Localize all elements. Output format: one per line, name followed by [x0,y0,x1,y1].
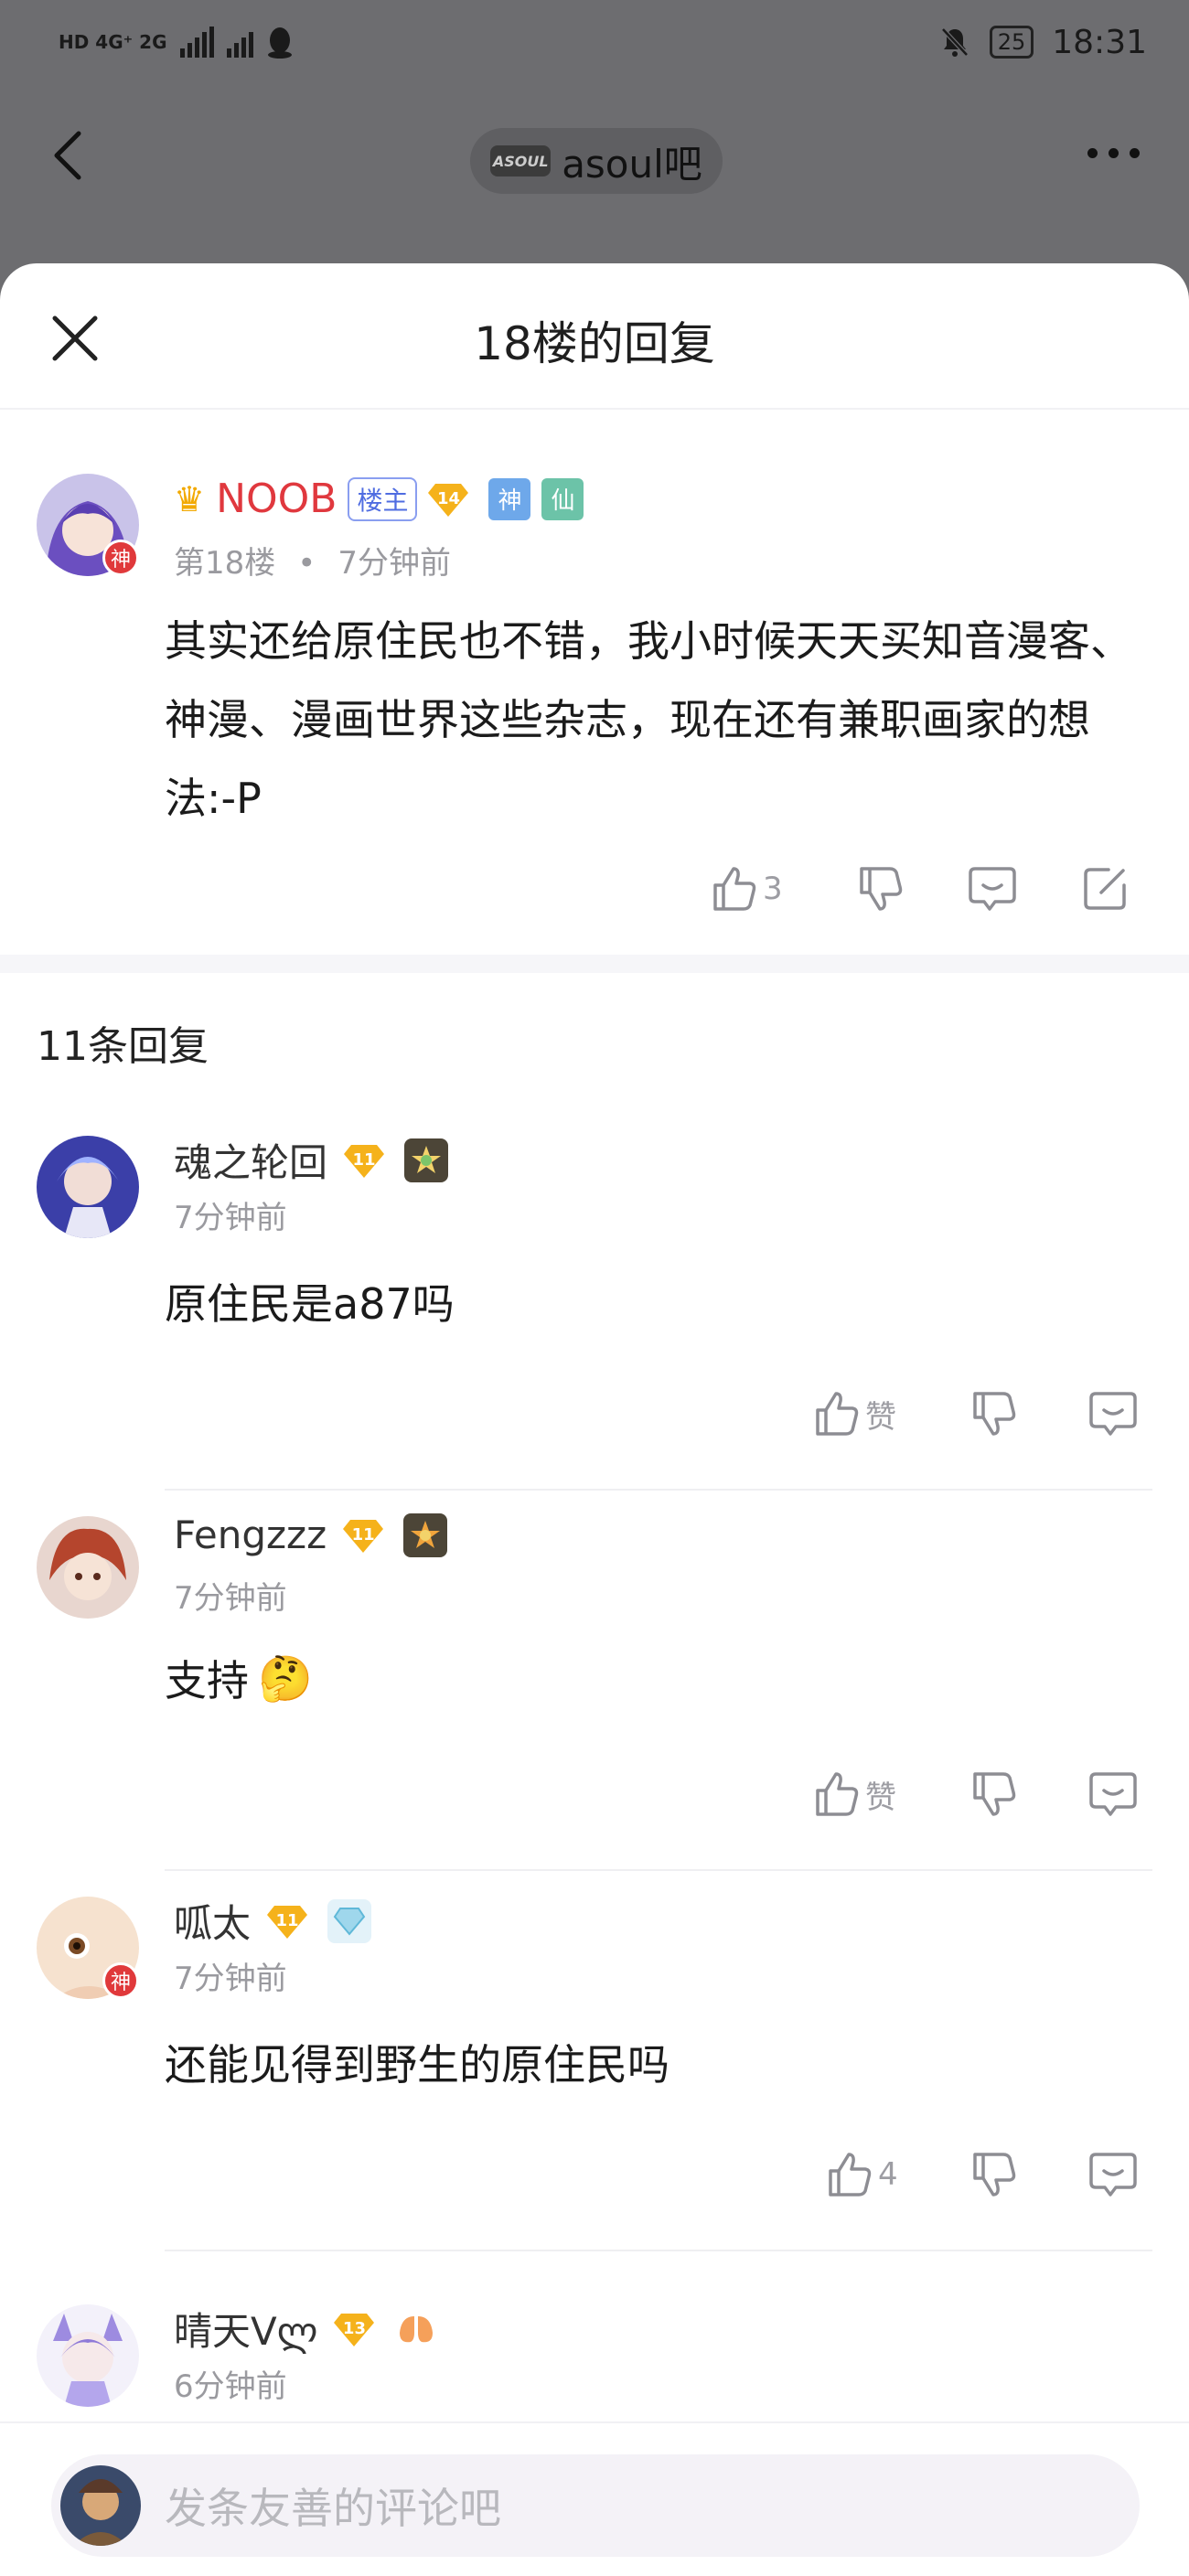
thinking-emoji-icon: 🤔 [258,1652,313,1705]
op-tag: 楼主 [348,476,418,521]
thumbs-down-icon[interactable] [969,1390,1017,1438]
reply-actions: 赞 [812,1770,1138,1818]
signal-icon-2 [226,27,253,58]
reply-author-row: 魂之轮回 11 [174,1132,449,1188]
reply-author-row: Fengzzz 11 [174,1512,448,1557]
comment-icon[interactable] [1088,1390,1138,1438]
like-button[interactable]: 赞 [812,1770,969,1818]
thumbs-down-icon[interactable] [969,2151,1017,2198]
battery-icon: 25 [989,26,1034,59]
thumbs-up-icon [713,867,756,911]
like-button[interactable]: 3 [710,865,856,913]
reply-item: 神 呱太 11 7分钟前 还能见得到野生的原住民吗 4 [0,1871,1189,2251]
reply-time: 6分钟前 [174,2368,287,2405]
like-label: 赞 [865,1398,896,1436]
like-count: 3 [763,871,783,907]
like-label: 赞 [865,1779,896,1816]
level-badge: 11 [344,1143,385,1178]
reply-item: 魂之轮回 11 7分钟前 原住民是a87吗 赞 [0,1110,1189,1491]
level-badge: 14 [428,482,469,517]
reply-time: 7分钟前 [174,1961,287,1997]
reply-content-row: 支持 🤔 [165,1648,313,1708]
reply-actions: 赞 [812,1390,1138,1438]
forum-name: asoul吧 [562,141,702,187]
diamond-medal-icon [327,1898,372,1943]
reply-author-row: 呱太 11 [174,1893,372,1949]
reply-actions: 4 [825,2151,1138,2198]
crown-icon: ♛ [174,478,206,519]
reply-author-name[interactable]: 魂之轮回 [174,1132,327,1188]
sheet-header: 18楼的回复 [0,263,1189,410]
thumbs-up-icon [816,1772,859,1816]
avatar[interactable] [37,2304,139,2407]
reply-author-name[interactable]: Fengzzz [174,1512,327,1557]
reply-time: 7分钟前 [174,1200,287,1236]
comment-input[interactable]: 发条友善的评论吧 [51,2454,1140,2557]
post-time: 7分钟前 [337,545,451,582]
qq-icon [267,27,292,59]
lungs-medal-icon [394,2307,438,2351]
share-edit-icon[interactable] [1081,865,1129,913]
thumbs-down-icon[interactable] [856,865,904,913]
my-avatar [60,2465,141,2546]
reply-content: 原住民是a87吗 [165,1279,455,1329]
more-options-icon[interactable] [1087,148,1140,158]
reply-content: 还能见得到野生的原住民吗 [165,2040,669,2090]
clock: 18:31 [1052,23,1147,61]
main-post: 神 ♛ NOOB 楼主 14 神 仙 第18楼 • 7分钟前 其实还给原住民也不错，… [0,410,1189,955]
reply-sheet: 18楼的回复 神 ♛ NOOB 楼主 14 神 仙 第18楼 • 7分钟前 其实还给… [0,263,1189,2576]
level-badge: 13 [334,2312,375,2346]
comment-icon[interactable] [1088,1770,1138,1818]
reply-content: 支持 [165,1656,249,1705]
sheet-title: 18楼的回复 [474,317,715,370]
author-name[interactable]: NOOB [216,476,337,522]
comment-icon[interactable] [968,865,1017,913]
network-indicators: HD 4G⁺ 2G [59,26,294,59]
comment-bar: 发条友善的评论吧 [0,2421,1189,2576]
post-actions: 3 [710,865,1129,913]
top-nav: ASOUL asoul吧 [0,91,1189,219]
forum-chip[interactable]: ASOUL asoul吧 [470,128,723,194]
like-count: 4 [878,2156,898,2193]
mute-bell-icon [940,27,969,57]
medal-icon [403,1512,448,1557]
network-label: HD 4G⁺ 2G [59,31,167,53]
title-badge-xian: 仙 [541,477,584,520]
forum-logo: ASOUL [490,145,552,176]
floor-number: 第18楼 [174,545,276,582]
status-right: 25 18:31 [938,24,1147,61]
avatar-badge: 神 [102,1962,139,1999]
reply-count: 11条回复 [37,1023,209,1070]
reply-count-header: 11条回复 [0,973,1189,1110]
reply-time: 7分钟前 [174,1580,287,1617]
avatar-badge: 神 [102,540,139,576]
reply-author-name[interactable]: 呱太 [174,1893,251,1949]
post-meta: 第18楼 • 7分钟前 [174,545,451,582]
level-badge: 11 [343,1518,384,1553]
reply-author-name[interactable]: 晴天Vლ [174,2301,317,2357]
reply-author-row: 晴天Vლ 13 [174,2301,438,2357]
like-button[interactable]: 4 [825,2151,969,2198]
avatar[interactable] [37,1516,139,1619]
level-badge: 11 [267,1904,308,1939]
reply-item: Fengzzz 11 7分钟前 支持 🤔 赞 [0,1491,1189,1871]
post-content: 其实还给原住民也不错，我小时候天天买知音漫客、神漫、漫画世界这些杂志，现在还有兼… [165,616,1132,823]
like-button[interactable]: 赞 [812,1390,969,1438]
thumbs-down-icon[interactable] [969,1770,1017,1818]
title-badge-shen: 神 [488,477,531,520]
back-arrow-icon[interactable] [49,128,86,183]
signal-icon [179,27,214,58]
comment-icon[interactable] [1088,2151,1138,2198]
author-row: ♛ NOOB 楼主 14 神 仙 [174,476,584,522]
comment-placeholder: 发条友善的评论吧 [165,2484,501,2533]
thumbs-up-icon [816,1392,859,1436]
medal-icon [404,1138,449,1182]
status-bar: HD 4G⁺ 2G 25 18:31 [0,0,1189,84]
thumbs-up-icon [829,2153,872,2197]
section-divider [0,955,1189,973]
avatar[interactable] [37,1136,139,1238]
